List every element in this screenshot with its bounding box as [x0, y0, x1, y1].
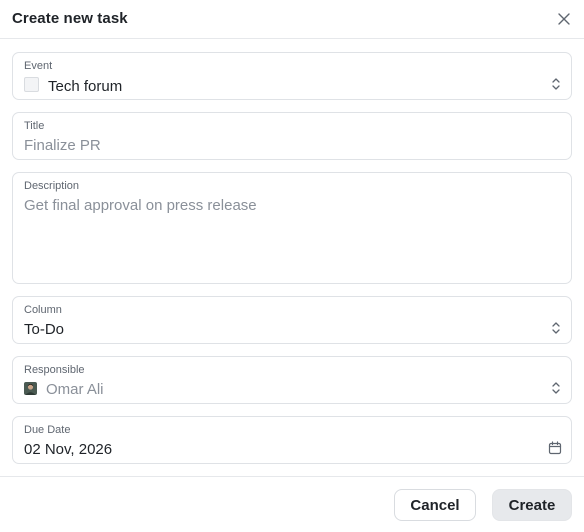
responsible-value-row: Omar Ali — [24, 381, 104, 398]
title-label: Title — [24, 120, 45, 132]
cancel-button[interactable]: Cancel — [394, 489, 476, 521]
event-select[interactable]: Event Tech forum — [12, 52, 572, 100]
title-input[interactable]: Finalize PR — [24, 137, 101, 154]
chevron-up-down-icon — [552, 382, 560, 394]
description-textarea[interactable]: Get final approval on press release — [24, 197, 257, 214]
close-button[interactable] — [556, 11, 572, 27]
calendar-icon[interactable] — [548, 441, 562, 455]
chevron-up-down-icon — [552, 78, 560, 90]
column-value: To-Do — [24, 321, 65, 338]
event-value-row: Tech forum — [24, 77, 122, 95]
description-field[interactable]: Description Get final approval on press … — [12, 172, 572, 284]
chevron-up-down-icon — [552, 322, 560, 334]
responsible-label: Responsible — [24, 364, 85, 376]
avatar — [24, 382, 37, 395]
event-label: Event — [24, 60, 53, 72]
color-swatch-icon — [24, 77, 39, 92]
dialog-footer: Cancel Create — [0, 476, 584, 532]
column-select[interactable]: Column To-Do — [12, 296, 572, 344]
column-label: Column — [24, 304, 62, 316]
event-value: Tech forum — [48, 78, 123, 95]
dialog-title: Create new task — [12, 10, 128, 27]
title-field[interactable]: Title Finalize PR — [12, 112, 572, 160]
description-label: Description — [24, 180, 80, 192]
responsible-value: Omar Ali — [46, 381, 104, 398]
due-date-value: 02 Nov, 2026 — [24, 441, 113, 458]
dialog-header: Create new task — [0, 0, 584, 39]
responsible-select[interactable]: Responsible Omar Ali — [12, 356, 572, 404]
create-button[interactable]: Create — [492, 489, 572, 521]
due-date-field[interactable]: Due Date 02 Nov, 2026 — [12, 416, 572, 464]
close-icon — [558, 13, 570, 25]
due-date-label: Due Date — [24, 424, 71, 436]
create-task-dialog: Create new task Event Tech forum Title F… — [0, 0, 584, 532]
